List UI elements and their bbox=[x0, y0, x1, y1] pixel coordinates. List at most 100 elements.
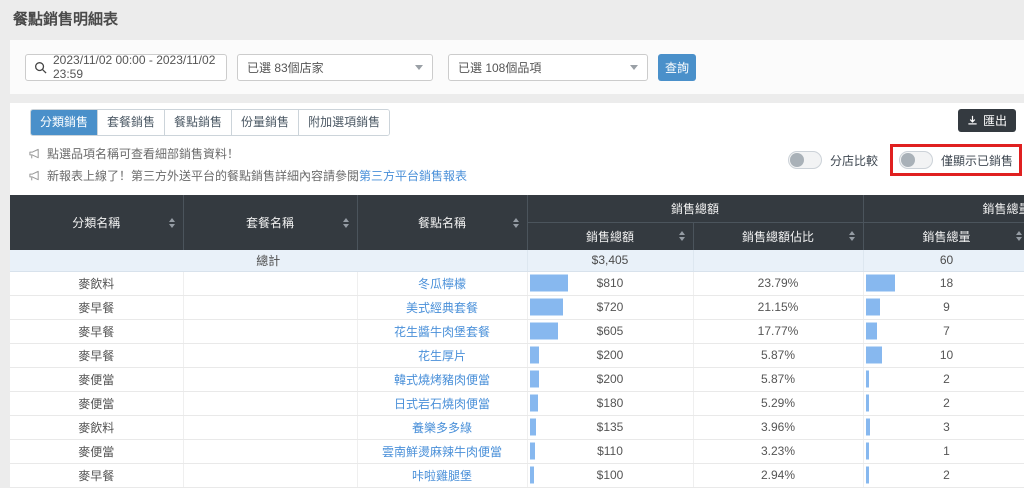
total-sales: $3,405 bbox=[527, 250, 693, 271]
item-link[interactable]: 花生厚片 bbox=[418, 349, 466, 363]
item-link[interactable]: 咔啦雞腿堡 bbox=[412, 469, 472, 483]
table-row: 麥早餐 花生厚片 $200 5.87% 10 bbox=[10, 343, 1024, 367]
query-button[interactable]: 查詢 bbox=[658, 54, 696, 81]
sales-pct: 5.87% bbox=[761, 372, 795, 386]
header-sales[interactable]: 銷售總額 bbox=[527, 222, 693, 250]
category-cell: 麥飲料 bbox=[10, 271, 183, 295]
item-link[interactable]: 冬瓜檸檬 bbox=[418, 277, 466, 291]
sales-value: $605 bbox=[597, 324, 624, 338]
megaphone-icon bbox=[28, 170, 41, 182]
export-button[interactable]: 匯出 bbox=[958, 109, 1016, 132]
sales-bar bbox=[530, 299, 564, 316]
qty-bar bbox=[866, 467, 869, 484]
qty-value: 18 bbox=[940, 276, 953, 290]
tab[interactable]: 份量銷售 bbox=[231, 110, 298, 135]
qty-bar bbox=[866, 419, 871, 436]
toggle-controls: 分店比較 僅顯示已銷售 bbox=[788, 144, 1022, 176]
qty-value: 2 bbox=[943, 468, 950, 482]
sales-bar bbox=[530, 443, 535, 460]
sales-pct: 21.15% bbox=[758, 300, 799, 314]
branch-compare-group: 分店比較 bbox=[788, 151, 878, 169]
item-link[interactable]: 花生醬牛肉堡套餐 bbox=[394, 325, 490, 339]
header-sales-group: 銷售總額 bbox=[527, 195, 863, 222]
item-link[interactable]: 養樂多多綠 bbox=[412, 421, 472, 435]
combo-cell bbox=[183, 343, 357, 367]
header-combo[interactable]: 套餐名稱 bbox=[183, 195, 357, 250]
sales-table-wrap: 分類名稱 套餐名稱 餐點名稱 銷售總額 銷售總量 bbox=[10, 195, 1024, 488]
sales-pct: 5.87% bbox=[761, 348, 795, 362]
qty-value: 10 bbox=[940, 348, 953, 362]
qty-bar bbox=[866, 395, 869, 412]
sales-bar bbox=[530, 347, 539, 364]
item-select[interactable]: 已選 108個品項 bbox=[448, 54, 648, 81]
combo-cell bbox=[183, 295, 357, 319]
header-category[interactable]: 分類名稱 bbox=[10, 195, 183, 250]
category-cell: 麥早餐 bbox=[10, 463, 183, 487]
chevron-down-icon bbox=[630, 65, 638, 70]
total-qty: 60 bbox=[863, 250, 1024, 271]
sales-bar bbox=[530, 323, 558, 340]
search-icon bbox=[34, 61, 47, 74]
sort-icon bbox=[513, 218, 519, 228]
category-cell: 麥便當 bbox=[10, 439, 183, 463]
item-link[interactable]: 韓式燒烤豬肉便當 bbox=[394, 373, 490, 387]
category-cell: 麥早餐 bbox=[10, 319, 183, 343]
table-row: 麥早餐 花生醬牛肉堡套餐 $605 17.77% 7 bbox=[10, 319, 1024, 343]
sales-table: 分類名稱 套餐名稱 餐點名稱 銷售總額 銷售總量 bbox=[10, 195, 1024, 488]
qty-value: 7 bbox=[943, 324, 950, 338]
branch-compare-label: 分店比較 bbox=[830, 152, 878, 169]
header-qty-group: 銷售總量 bbox=[863, 195, 1024, 222]
combo-cell bbox=[183, 319, 357, 343]
branch-compare-toggle[interactable] bbox=[788, 151, 822, 169]
sales-value: $200 bbox=[597, 372, 624, 386]
report-panel: 分類銷售套餐銷售餐點銷售份量銷售附加選項銷售 匯出 點選品項名稱可查看細部銷售資… bbox=[10, 103, 1024, 488]
tab[interactable]: 套餐銷售 bbox=[97, 110, 164, 135]
tab[interactable]: 附加選項銷售 bbox=[298, 110, 389, 135]
page-title: 餐點銷售明細表 bbox=[13, 8, 118, 29]
header-qty[interactable]: 銷售總量 bbox=[863, 222, 1024, 250]
qty-value: 2 bbox=[943, 396, 950, 410]
notice-text: 點選品項名稱可查看細部銷售資料！ bbox=[47, 143, 239, 165]
qty-value: 3 bbox=[943, 420, 950, 434]
toggle-knob bbox=[790, 153, 804, 167]
store-select[interactable]: 已選 83個店家 bbox=[237, 54, 433, 81]
notice-click-item: 點選品項名稱可查看細部銷售資料！ bbox=[28, 143, 467, 165]
sales-pct: 3.96% bbox=[761, 420, 795, 434]
sales-pct: 2.94% bbox=[761, 468, 795, 482]
date-range-input[interactable]: 2023/11/02 00:00 - 2023/11/02 23:59 bbox=[25, 54, 227, 81]
highlight-box: 僅顯示已銷售 bbox=[890, 144, 1022, 176]
notices: 點選品項名稱可查看細部銷售資料！ 新報表上線了！第三方外送平台的餐點銷售詳細內容… bbox=[28, 143, 467, 187]
sales-pct: 23.79% bbox=[758, 276, 799, 290]
qty-bar bbox=[866, 299, 881, 316]
table-body: 總計 $3,405 60 麥飲料 冬瓜檸檬 $810 23.79% 18 麥早餐… bbox=[10, 250, 1024, 487]
category-cell: 麥飲料 bbox=[10, 415, 183, 439]
notice-text: 新報表上線了！第三方外送平台的餐點銷售詳細內容請參閱第三方平台銷售報表 bbox=[47, 165, 467, 187]
sales-bar bbox=[530, 395, 538, 412]
header-sales-pct[interactable]: 銷售總額佔比 bbox=[693, 222, 863, 250]
table-row: 麥便當 韓式燒烤豬肉便當 $200 5.87% 2 bbox=[10, 367, 1024, 391]
tab[interactable]: 餐點銷售 bbox=[164, 110, 231, 135]
total-pct bbox=[693, 250, 863, 271]
sort-icon bbox=[343, 218, 349, 228]
sales-bar bbox=[530, 467, 535, 484]
item-link[interactable]: 日式岩石燒肉便當 bbox=[394, 397, 490, 411]
sales-value: $810 bbox=[597, 276, 624, 290]
category-cell: 麥便當 bbox=[10, 391, 183, 415]
sales-value: $135 bbox=[597, 420, 624, 434]
sales-value: $100 bbox=[597, 468, 624, 482]
sales-value: $200 bbox=[597, 348, 624, 362]
total-label: 總計 bbox=[10, 250, 527, 271]
category-cell: 麥早餐 bbox=[10, 295, 183, 319]
combo-cell bbox=[183, 367, 357, 391]
store-select-value: 已選 83個店家 bbox=[247, 59, 324, 76]
sold-only-label: 僅顯示已銷售 bbox=[941, 152, 1013, 169]
total-row: 總計 $3,405 60 bbox=[10, 250, 1024, 271]
item-link[interactable]: 美式經典套餐 bbox=[406, 301, 478, 315]
item-link[interactable]: 雲南鮮燙麻辣牛肉便當 bbox=[382, 445, 502, 459]
sold-only-toggle[interactable] bbox=[899, 151, 933, 169]
sales-pct: 5.29% bbox=[761, 396, 795, 410]
tab[interactable]: 分類銷售 bbox=[31, 110, 97, 135]
header-item[interactable]: 餐點名稱 bbox=[357, 195, 527, 250]
third-party-report-link[interactable]: 第三方平台銷售報表 bbox=[359, 169, 467, 183]
sort-icon bbox=[849, 231, 855, 241]
